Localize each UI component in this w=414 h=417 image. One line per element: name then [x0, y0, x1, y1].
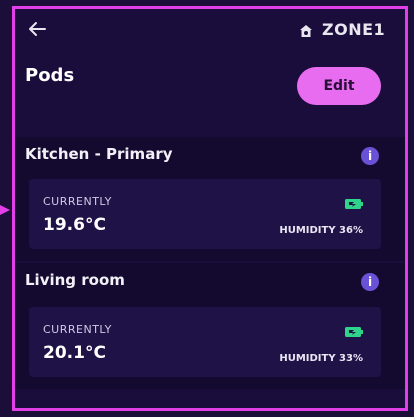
info-icon[interactable]: i	[361, 273, 379, 291]
top-bar: ZONE1	[15, 9, 405, 51]
edit-button[interactable]: Edit	[297, 67, 381, 105]
pod-card[interactable]: CURRENTLY 19.6°C HUMIDITY 36%	[29, 179, 381, 249]
back-arrow-icon[interactable]	[25, 17, 49, 41]
pod-section: Living room i CURRENTLY 20.1°C HUMIDITY …	[15, 263, 405, 389]
battery-icon	[345, 327, 363, 337]
battery-icon	[345, 199, 363, 209]
home-icon	[300, 25, 312, 37]
pod-name: Kitchen - Primary	[25, 145, 173, 163]
pod-section: Kitchen - Primary i CURRENTLY 19.6°C HUM…	[15, 137, 405, 261]
pod-card[interactable]: CURRENTLY 20.1°C HUMIDITY 33%	[29, 307, 381, 377]
temperature-value: 19.6°C	[43, 215, 106, 235]
page-title: Pods	[25, 65, 75, 86]
currently-label: CURRENTLY	[43, 323, 112, 336]
pod-name: Living room	[25, 271, 125, 289]
humidity-value: HUMIDITY 36%	[279, 225, 363, 236]
pods-screen: ZONE1 Pods Edit Kitchen - Primary i CURR…	[12, 6, 408, 411]
humidity-value: HUMIDITY 33%	[279, 353, 363, 364]
zone-name: ZONE1	[322, 20, 386, 39]
info-icon[interactable]: i	[361, 147, 379, 165]
currently-label: CURRENTLY	[43, 195, 112, 208]
pointer-arrow	[0, 205, 10, 215]
temperature-value: 20.1°C	[43, 343, 106, 363]
